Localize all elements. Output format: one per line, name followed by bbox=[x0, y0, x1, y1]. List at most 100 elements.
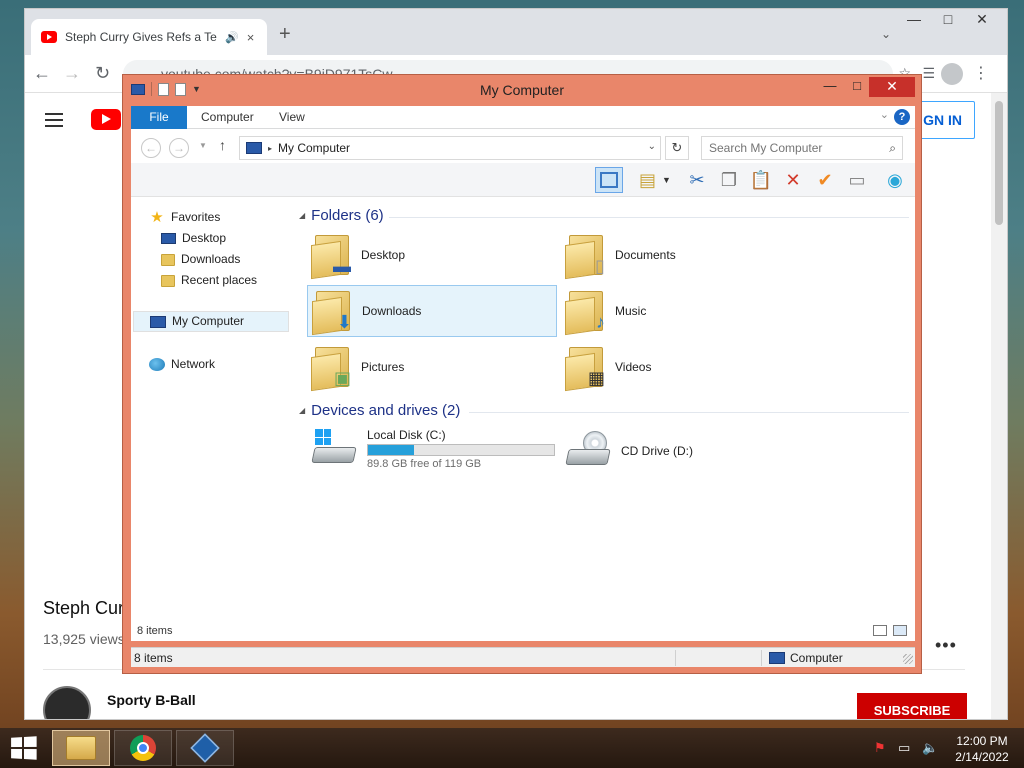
nav-item-label: Favorites bbox=[171, 210, 221, 224]
view-switcher bbox=[873, 625, 907, 636]
channel-name[interactable]: Sporty B-Ball bbox=[107, 692, 196, 708]
virtualbox-icon bbox=[190, 733, 220, 763]
drive-label: Local Disk (C:) bbox=[367, 428, 446, 442]
help-icon[interactable]: ? bbox=[894, 109, 910, 125]
cut-button[interactable]: ✂ bbox=[683, 167, 711, 193]
video-title: Steph Cur bbox=[43, 598, 125, 618]
maximize-button[interactable]: □ bbox=[933, 11, 963, 27]
volume-muted-icon[interactable]: 🔈 bbox=[922, 740, 938, 756]
taskbar-chrome[interactable] bbox=[114, 730, 172, 766]
preview-pane-button[interactable] bbox=[595, 167, 623, 193]
group-header-devices[interactable]: ◢ Devices and drives (2) bbox=[299, 402, 460, 419]
folder-desktop[interactable]: ▬ Desktop bbox=[307, 229, 557, 281]
breadcrumb-separator[interactable]: ▸ bbox=[268, 144, 272, 153]
reload-button[interactable]: ↻ bbox=[95, 63, 110, 84]
tab-search-button[interactable]: ⌄ bbox=[881, 27, 891, 41]
nav-item-downloads[interactable]: Downloads bbox=[161, 249, 240, 270]
new-tab-button[interactable]: + bbox=[279, 23, 291, 46]
control-panel-button[interactable]: ◉ bbox=[881, 167, 909, 193]
taskbar-explorer[interactable] bbox=[52, 730, 110, 766]
address-box[interactable]: ▸ My Computer ⌄ bbox=[239, 136, 661, 160]
browser-menu-icon[interactable]: ⋮ bbox=[973, 63, 989, 83]
tab-file[interactable]: File bbox=[131, 106, 187, 129]
rename-field-button[interactable]: ▭ bbox=[843, 167, 871, 193]
explorer-back-button[interactable]: ← bbox=[141, 138, 161, 158]
taskbar-virtualbox[interactable] bbox=[176, 730, 234, 766]
folder-pictures[interactable]: ▣ Pictures bbox=[307, 341, 557, 393]
system-clock[interactable]: 12:00 PM 2/14/2022 bbox=[950, 733, 1014, 765]
folder-downloads[interactable]: ⬇ Downloads bbox=[307, 285, 557, 337]
star-icon: ★ bbox=[150, 209, 164, 226]
youtube-logo[interactable] bbox=[91, 109, 121, 130]
network-status-icon[interactable]: ▭ bbox=[898, 740, 910, 756]
resize-grip[interactable] bbox=[903, 654, 913, 664]
documents-folder-icon: ▯ bbox=[565, 233, 605, 280]
tab-view[interactable]: View bbox=[265, 106, 319, 129]
nav-item-my-computer[interactable]: My Computer bbox=[133, 311, 289, 332]
forward-button[interactable]: → bbox=[63, 63, 81, 84]
nav-item-label: Downloads bbox=[181, 252, 241, 266]
search-icon[interactable]: ⌕ bbox=[889, 141, 896, 156]
collapse-icon[interactable]: ◢ bbox=[299, 406, 305, 415]
up-button[interactable]: ↑ bbox=[219, 137, 226, 153]
chevron-down-icon[interactable]: ⌄ bbox=[648, 141, 656, 152]
more-actions-button[interactable]: ••• bbox=[935, 635, 957, 656]
nav-item-recent-places[interactable]: Recent places bbox=[161, 270, 257, 291]
network-icon bbox=[149, 358, 165, 371]
rename-button[interactable]: ✔ bbox=[811, 167, 839, 193]
breadcrumb[interactable]: My Computer bbox=[278, 141, 350, 155]
search-box[interactable]: ⌕ bbox=[701, 136, 903, 160]
page-scrollbar[interactable] bbox=[991, 93, 1007, 719]
nav-item-desktop[interactable]: Desktop bbox=[161, 228, 226, 249]
close-button[interactable]: ✕ bbox=[967, 11, 997, 28]
drive-cd[interactable]: CD Drive (D:) bbox=[561, 425, 811, 477]
folder-music[interactable]: ♪ Music bbox=[561, 285, 811, 337]
minimize-button[interactable]: — bbox=[899, 11, 929, 27]
browser-tab[interactable]: Steph Curry Gives Refs a Tech 🔊 × bbox=[31, 19, 267, 55]
explorer-close-button[interactable]: ✕ bbox=[869, 77, 915, 97]
details-view-icon[interactable] bbox=[873, 625, 887, 636]
subscribe-button[interactable]: SUBSCRIBE bbox=[857, 693, 967, 719]
scrollbar-thumb[interactable] bbox=[995, 101, 1003, 225]
start-button[interactable] bbox=[11, 736, 37, 760]
folder-videos[interactable]: ▦ Videos bbox=[561, 341, 811, 393]
delete-button[interactable]: ✕ bbox=[779, 167, 807, 193]
drive-local-disk[interactable]: Local Disk (C:) 89.8 GB free of 119 GB bbox=[307, 423, 557, 475]
hamburger-menu-icon[interactable] bbox=[45, 113, 63, 127]
collapse-icon[interactable]: ◢ bbox=[299, 211, 305, 220]
explorer-window: ▼ My Computer — □ ✕ File Computer View ⌄… bbox=[122, 74, 922, 674]
action-center-flag-icon[interactable]: ⚑ bbox=[874, 740, 886, 756]
refresh-button[interactable]: ↻ bbox=[665, 136, 689, 160]
profile-avatar[interactable] bbox=[941, 63, 963, 85]
reading-list-icon[interactable]: ☰ bbox=[922, 65, 935, 82]
group-header-folders[interactable]: ◢ Folders (6) bbox=[299, 207, 384, 224]
recent-locations-icon[interactable]: ▼ bbox=[199, 141, 207, 150]
tab-close-button[interactable]: × bbox=[247, 30, 255, 45]
explorer-forward-button[interactable]: → bbox=[169, 138, 189, 158]
nav-item-network[interactable]: Network bbox=[149, 354, 215, 375]
properties-button[interactable]: ▤ ▼ bbox=[633, 167, 677, 193]
expand-ribbon-icon[interactable]: ⌄ bbox=[880, 108, 889, 121]
copy-icon: ❐ bbox=[720, 169, 738, 190]
clock-date: 2/14/2022 bbox=[955, 750, 1009, 764]
explorer-title-bar[interactable]: ▼ My Computer — □ ✕ bbox=[123, 75, 921, 105]
explorer-maximize-button[interactable]: □ bbox=[845, 77, 869, 97]
paste-button[interactable]: 📋 bbox=[747, 167, 775, 193]
explorer-minimize-button[interactable]: — bbox=[819, 77, 841, 97]
status-bar: 8 items Computer bbox=[131, 647, 915, 667]
folder-documents[interactable]: ▯ Documents bbox=[561, 229, 811, 281]
channel-avatar[interactable] bbox=[43, 686, 91, 719]
nav-item-favorites[interactable]: ★ Favorites bbox=[149, 207, 220, 228]
hard-drive-icon bbox=[311, 429, 357, 469]
group-divider bbox=[469, 412, 909, 413]
large-icons-view-icon[interactable] bbox=[893, 625, 907, 636]
copy-button[interactable]: ❐ bbox=[715, 167, 743, 193]
videos-folder-icon: ▦ bbox=[565, 345, 605, 392]
folder-label: Music bbox=[615, 304, 647, 318]
back-button[interactable]: ← bbox=[33, 63, 51, 84]
computer-icon bbox=[769, 652, 785, 664]
tab-computer[interactable]: Computer bbox=[187, 106, 268, 129]
speaker-icon[interactable]: 🔊 bbox=[225, 31, 239, 44]
search-input[interactable] bbox=[702, 137, 878, 159]
youtube-favicon-icon bbox=[41, 31, 57, 43]
